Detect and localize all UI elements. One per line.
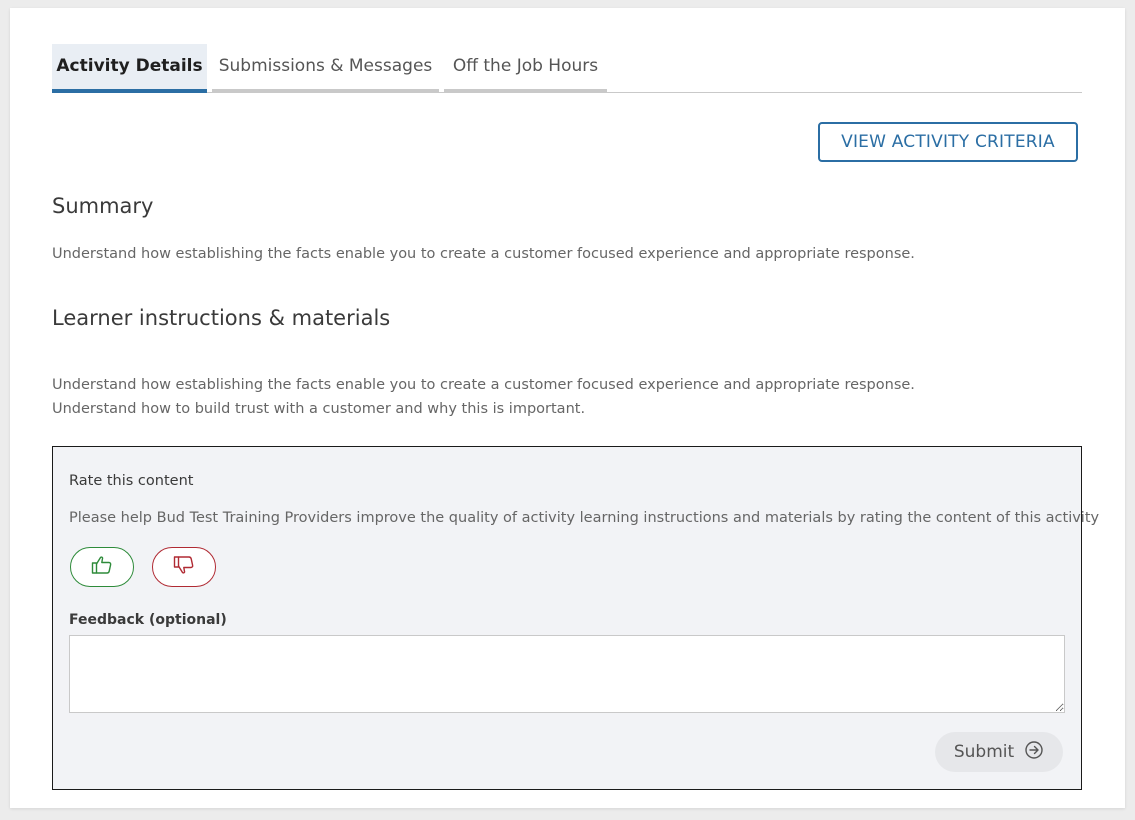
thumbs-up-icon [91, 555, 113, 579]
tab-bar: Activity Details Submissions & Messages … [52, 44, 1082, 93]
rating-description: Please help Bud Test Training Providers … [69, 510, 1100, 526]
activity-card: Activity Details Submissions & Messages … [10, 8, 1125, 808]
thumbs-down-button[interactable] [152, 547, 216, 587]
submit-label: Submit [953, 742, 1015, 762]
tab-activity-details[interactable]: Activity Details [52, 44, 207, 93]
submit-button[interactable]: Submit [935, 732, 1063, 772]
learner-instructions-text: Understand how establishing the facts en… [52, 373, 915, 421]
tab-off-the-job-hours[interactable]: Off the Job Hours [444, 44, 607, 93]
learner-instruction-line: Understand how to build trust with a cus… [52, 401, 586, 417]
rating-title: Rate this content [69, 473, 194, 489]
view-activity-criteria-button[interactable]: VIEW ACTIVITY CRITERIA [818, 122, 1078, 162]
thumbs-up-button[interactable] [70, 547, 134, 587]
learner-instruction-line: Understand how establishing the facts en… [52, 377, 915, 393]
learner-instructions-heading: Learner instructions & materials [52, 306, 391, 330]
thumbs-down-icon [173, 555, 195, 579]
summary-heading: Summary [52, 194, 154, 218]
rating-panel: Rate this content Please help Bud Test T… [52, 446, 1099, 790]
summary-text: Understand how establishing the facts en… [52, 246, 915, 262]
arrow-right-circle-icon [1024, 740, 1044, 765]
feedback-label: Feedback (optional) [69, 612, 227, 628]
tab-submissions-messages[interactable]: Submissions & Messages [212, 44, 439, 93]
feedback-textarea[interactable] [69, 635, 1065, 713]
